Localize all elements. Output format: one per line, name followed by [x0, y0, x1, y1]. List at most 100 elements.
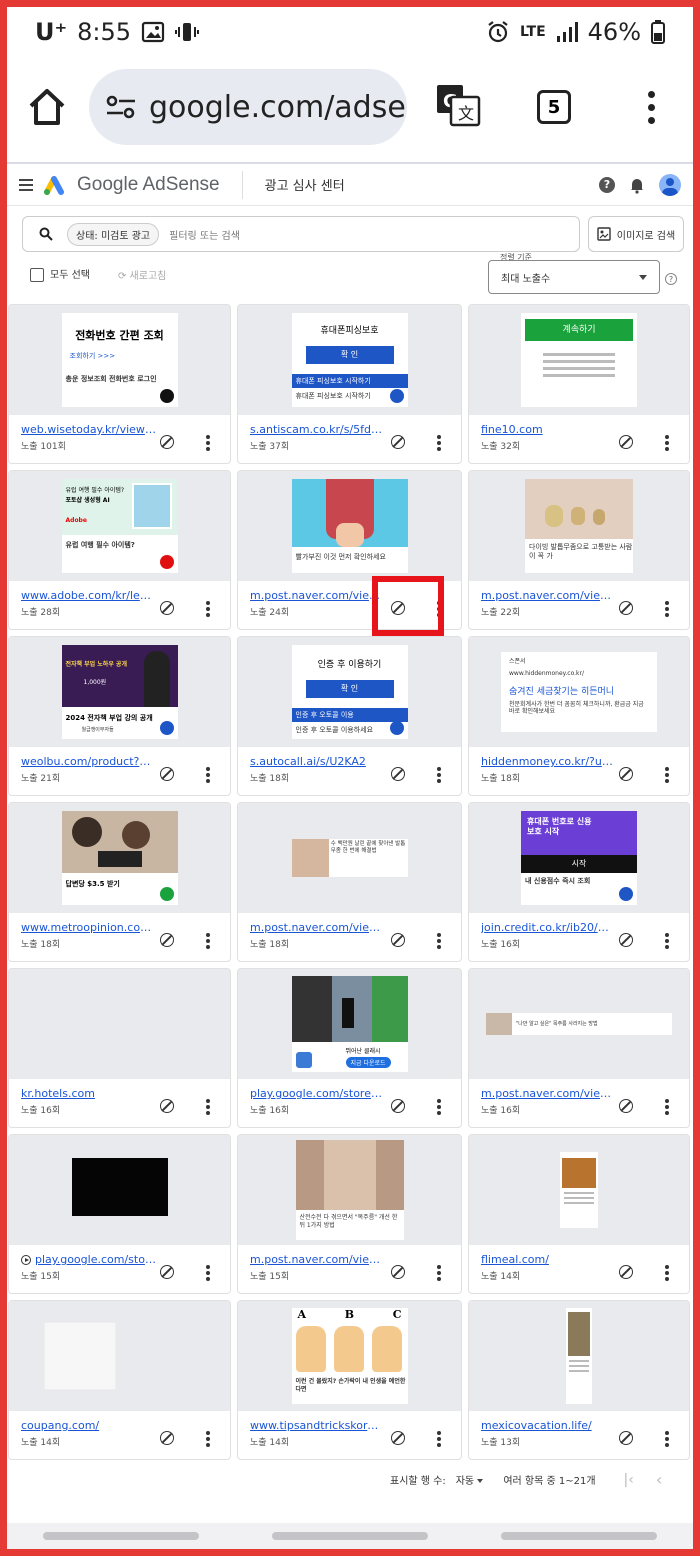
ad-card[interactable]: play.google.com/stor... 노출 15회 — [8, 1134, 231, 1294]
ad-preview[interactable]: 계속하기 — [469, 305, 689, 415]
more-options-icon[interactable] — [665, 1431, 669, 1447]
more-options-icon[interactable] — [437, 1431, 441, 1447]
ad-card[interactable]: 휴대폰피싱보호 확 인 휴대폰 피싱보호 시작하기 휴대폰 피싱보호 시작하기 … — [237, 304, 462, 464]
ad-preview[interactable] — [9, 969, 230, 1079]
ad-card[interactable]: 계속하기 fine10.com 노출 32회 — [468, 304, 690, 464]
search-bar[interactable]: 상태: 미검토 광고 필터링 또는 검색 — [22, 216, 580, 252]
ad-url-link[interactable]: weolbu.com/product?dis... — [21, 755, 156, 768]
ad-preview[interactable]: 뛰어난 클래시 지금 다운로드 — [238, 969, 461, 1079]
ad-url-link[interactable]: m.post.naver.com/viewe... — [250, 921, 385, 934]
image-search-button[interactable]: 이미지로 검색 — [588, 216, 684, 252]
ad-preview[interactable] — [469, 1135, 689, 1245]
ad-preview[interactable] — [469, 1301, 689, 1411]
more-options-icon[interactable] — [665, 601, 669, 617]
more-options-icon[interactable] — [206, 933, 210, 949]
help-icon[interactable]: ? — [599, 176, 615, 193]
more-options-icon[interactable] — [665, 767, 669, 783]
more-options-icon[interactable] — [437, 1265, 441, 1281]
ad-url-link[interactable]: play.google.com/store/a... — [250, 1087, 385, 1100]
more-options-icon[interactable] — [437, 767, 441, 783]
ad-preview[interactable]: 전자책 부업 노하우 공개 1,000원 2024 전자책 부업 강의 공개 월… — [9, 637, 230, 747]
block-icon[interactable] — [619, 1431, 633, 1445]
ad-url-link[interactable]: flimeal.com/ — [481, 1253, 616, 1266]
more-options-icon[interactable] — [206, 435, 210, 451]
ad-preview[interactable]: 답변당 $3.5 받기 — [9, 803, 230, 913]
block-icon[interactable] — [391, 435, 405, 449]
prev-page-icon[interactable]: ‹ — [656, 1470, 662, 1489]
block-icon[interactable] — [160, 1265, 174, 1279]
block-icon[interactable] — [619, 601, 633, 615]
block-icon[interactable] — [619, 1265, 633, 1279]
ad-preview[interactable]: A B C 이런 건 몰랐지? 손가락이 내 인생을 예언한다면 — [238, 1301, 461, 1411]
ad-url-link[interactable]: www.tipsandtrickskorea... — [250, 1419, 385, 1432]
block-icon[interactable] — [160, 1099, 174, 1113]
filter-chip-status[interactable]: 상태: 미검토 광고 — [67, 222, 160, 246]
ad-url-link[interactable]: play.google.com/stor... — [21, 1253, 156, 1266]
more-options-icon[interactable] — [665, 1265, 669, 1281]
ad-preview[interactable]: 수 백만원 날린 끝에 찾아낸 발톱무좀 한 번에 해결법 — [238, 803, 461, 913]
ad-url-link[interactable]: www.adobe.com/kr/lead... — [21, 589, 156, 602]
ad-url-link[interactable]: fine10.com — [481, 423, 616, 436]
account-avatar[interactable] — [659, 173, 681, 196]
ad-preview[interactable]: 휴대폰 번호로 신용 보호 시작 시작 내 신용점수 즉시 조회 — [469, 803, 689, 913]
ad-preview[interactable]: 빨가부진 이것 먼저 확인하세요 — [238, 471, 461, 581]
ad-card[interactable]: 유럽 여행 필수 아이템? 포토샵 생성형 AI Adobe 유럽 여행 필수 … — [8, 470, 231, 630]
select-all-checkbox[interactable]: 모두 선택 — [30, 266, 90, 282]
first-page-icon[interactable]: |‹ — [624, 1472, 634, 1488]
block-icon[interactable] — [619, 767, 633, 781]
block-icon[interactable] — [160, 1431, 174, 1445]
more-options-icon[interactable] — [206, 1431, 210, 1447]
ad-url-link[interactable]: www.metroopinion.com/... — [21, 921, 156, 934]
block-icon[interactable] — [391, 767, 405, 781]
block-icon[interactable] — [619, 1099, 633, 1113]
ad-preview[interactable]: 다이빙 발톱무좀으로 고통받는 사람이 꼭 가 — [469, 471, 689, 581]
ad-url-link[interactable]: web.wisetoday.kr/view/a... — [21, 423, 156, 436]
ad-card[interactable]: 스폰서 www.hiddenmoney.co.kr/ 숨겨진 세금찾기는 히든머… — [468, 636, 690, 796]
ad-card[interactable]: kr.hotels.com 노출 16회 — [8, 968, 231, 1128]
ad-preview[interactable]: 전화번호 간편 조회 조회하기 >>> 총운 정보조회 전화번호 로그인 — [9, 305, 230, 415]
next-page-icon[interactable]: › — [692, 1470, 698, 1489]
block-icon[interactable] — [391, 1099, 405, 1113]
block-icon[interactable] — [391, 1265, 405, 1279]
notification-bell-icon[interactable] — [629, 176, 645, 194]
more-options-icon[interactable] — [206, 767, 210, 783]
block-icon[interactable] — [391, 933, 405, 947]
ad-card[interactable]: flimeal.com/ 노출 14회 — [468, 1134, 690, 1294]
ad-url-link[interactable]: s.autocall.ai/s/U2KA2 — [250, 755, 385, 768]
rows-per-page-select[interactable]: 자동 — [456, 1472, 484, 1487]
tab-switcher-button[interactable]: 5 — [537, 90, 571, 124]
ad-url-link[interactable]: m.post.naver.com/viewe... — [481, 589, 616, 602]
ad-preview[interactable]: 스폰서 www.hiddenmoney.co.kr/ 숨겨진 세금찾기는 히든머… — [469, 637, 689, 747]
more-options-icon[interactable] — [206, 1265, 210, 1281]
home-icon[interactable] — [25, 85, 69, 129]
more-options-icon[interactable] — [437, 933, 441, 949]
ad-url-link[interactable]: mexicovacation.life/ — [481, 1419, 616, 1432]
refresh-button[interactable]: ⟳ 새로고침 — [118, 267, 166, 282]
block-icon[interactable] — [160, 933, 174, 947]
ad-preview[interactable]: 휴대폰피싱보호 확 인 휴대폰 피싱보호 시작하기 휴대폰 피싱보호 시작하기 — [238, 305, 461, 415]
ad-preview[interactable]: 산전수전 다 겪으면서 "목주름" 개선 한 뒤 1가지 방법 — [238, 1135, 461, 1245]
more-options-icon[interactable] — [437, 1099, 441, 1115]
ad-preview[interactable]: 인증 후 이용하기 확 인 인증 후 오토콜 이용 인증 후 오토콜 이용하세요 — [238, 637, 461, 747]
more-options-icon[interactable] — [665, 435, 669, 451]
more-options-icon[interactable] — [437, 435, 441, 451]
more-options-icon[interactable] — [665, 933, 669, 949]
site-settings-icon[interactable] — [105, 93, 137, 121]
sort-help-icon[interactable]: ? — [665, 273, 677, 285]
ad-card[interactable]: A B C 이런 건 몰랐지? 손가락이 내 인생을 예언한다면 www.tip… — [237, 1300, 462, 1460]
browser-menu-icon[interactable] — [648, 90, 655, 124]
ad-preview[interactable] — [9, 1301, 230, 1411]
block-icon[interactable] — [619, 933, 633, 947]
ad-card[interactable]: 답변당 $3.5 받기 www.metroopinion.com/... 노출 … — [8, 802, 231, 962]
ad-url-link[interactable]: m.post.naver.com/viewe... — [250, 1253, 385, 1266]
ad-card[interactable]: 수 백만원 날린 끝에 찾아낸 발톱무좀 한 번에 해결법 m.post.nav… — [237, 802, 462, 962]
ad-card[interactable]: 다이빙 발톱무좀으로 고통받는 사람이 꼭 가 m.post.naver.com… — [468, 470, 690, 630]
more-options-icon[interactable] — [665, 1099, 669, 1115]
ad-preview[interactable] — [9, 1135, 230, 1245]
ad-preview[interactable]: 유럽 여행 필수 아이템? 포토샵 생성형 AI Adobe 유럽 여행 필수 … — [9, 471, 230, 581]
ad-url-link[interactable]: kr.hotels.com — [21, 1087, 156, 1100]
address-bar[interactable]: google.com/adse — [89, 69, 407, 145]
ad-card[interactable]: 전자책 부업 노하우 공개 1,000원 2024 전자책 부업 강의 공개 월… — [8, 636, 231, 796]
translate-button[interactable]: G文 — [435, 83, 481, 131]
block-icon[interactable] — [160, 435, 174, 449]
